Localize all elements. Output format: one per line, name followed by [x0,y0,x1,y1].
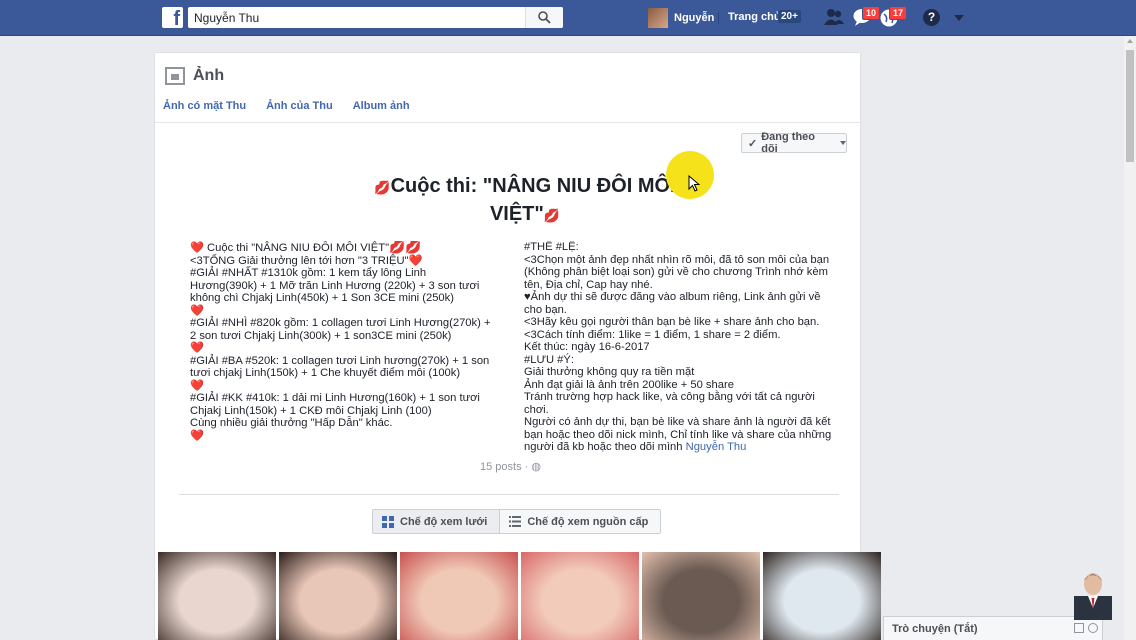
description-line: #GIẢI #BA #520k: 1 collagen tươi Linh hư… [190,354,493,380]
globe-privacy-icon: ◍ [531,461,541,473]
photos-icon [165,67,185,85]
help-icon[interactable]: ? [923,9,940,26]
feed-view-label: Chế độ xem nguồn cấp [527,515,649,528]
heart-icon: ❤️ [190,342,204,354]
description-line: #THỂ #LỆ: [524,241,579,253]
description-line: Tránh trường hợp hack like, và công bằng… [524,391,818,416]
album-title-line2: VIỆT" [489,203,544,225]
lips-emoji-icon: 💋💋 [389,241,422,254]
album-description-left: ❤️ Cuộc thi "NÂNG NIU ĐÔI MÔI VIỆT"💋💋 <3… [190,241,495,455]
description-line: Ảnh đạt giải là ảnh trên 200like + 50 sh… [524,378,734,391]
description-line: ❤️ Cuộc thi "NÂNG NIU ĐÔI MÔI VIỆT"💋💋 [190,241,422,254]
facebook-logo-icon[interactable]: f [162,7,183,28]
divider [179,494,839,495]
section-title: Ảnh [193,67,225,84]
photo-thumbnail[interactable] [763,552,881,640]
lips-emoji-icon: 💋 [543,208,561,223]
heart-icon: ❤️ [408,254,423,267]
description-line: #GIẢI #KK #410k: 1 dải mi Linh Hương(160… [190,392,484,417]
home-link[interactable]: Trang chủ [728,11,781,23]
profile-name: Nguyễn [674,12,715,24]
messages-badge: 10 [862,6,881,20]
avatar [648,8,668,28]
page-scrollbar[interactable] [1124,36,1136,640]
photo-thumbnail[interactable] [158,552,276,640]
search-box [188,7,563,28]
grid-view-label: Chế độ xem lưới [400,515,488,528]
profile-link[interactable]: Nguyễn [648,8,714,28]
posts-count: 15 posts · ◍ [480,461,541,473]
photo-thumbnail[interactable] [279,552,397,640]
feed-view-button[interactable]: Chế độ xem nguồn cấp [499,510,661,533]
album-title: 💋Cuộc thi: "NÂNG NIU ĐÔI MÔI VIỆT"💋 [355,173,695,229]
album-title-line1: Cuộc thi: "NÂNG NIU ĐÔI MÔI [390,175,676,197]
description-line: <3Hãy kêu gọi người thân bạn bè like + s… [524,316,820,328]
description-line: #LƯU #Ý: [524,353,574,366]
mouse-cursor-icon [688,175,700,192]
search-input[interactable] [188,7,524,28]
heart-icon: ❤️ [190,429,204,442]
messages-button[interactable]: 10 [852,6,881,28]
album-description-right: #THỂ #LỆ: <3Chọn một ảnh đẹp nhất nhìn r… [524,241,834,457]
checkmark-icon: ✓ [748,137,758,150]
search-button[interactable] [525,7,563,28]
notifications-badge: 17 [889,6,908,20]
profile-mention-link[interactable]: Nguyễn Thu [686,441,747,453]
grid-icon [382,515,394,528]
heart-icon: ❤️ [190,304,204,317]
grid-view-button[interactable]: Chế độ xem lưới [373,510,500,533]
description-line: Kết thúc: ngày 16-6-2017 [524,341,650,353]
photo-grid [158,552,881,640]
photos-panel: Ảnh Ảnh có mặt Thu Ảnh của Thu Album ảnh… [154,52,881,640]
tab-albums[interactable]: Album ảnh [353,100,410,112]
scroll-up-arrow-icon[interactable] [1127,39,1133,43]
description-line: Cùng nhiều giải thưởng "Hấp Dẫn" khác. [190,417,393,429]
search-icon [538,11,551,24]
nav-divider [718,12,719,24]
compose-icon[interactable] [1074,623,1084,633]
list-icon [509,516,522,527]
following-button[interactable]: ✓ Đang theo dõi [741,131,847,155]
friend-requests-button[interactable] [823,8,845,28]
home-count-badge: 20+ [778,10,801,23]
photos-subtabs: Ảnh có mặt Thu Ảnh của Thu Album ảnh [163,100,410,112]
description-line: Người có ảnh dự thi, bạn bè like và shar… [524,416,832,453]
presenter-overlay-image [1074,573,1112,620]
view-mode-toggle: Chế độ xem lưới Chế độ xem nguồn cấp [372,509,662,534]
description-line: #GIẢI #NHẤT #1310k gồm: 1 kem tẩy lông L… [190,267,483,304]
photos-section-header: Ảnh Ảnh có mặt Thu Ảnh của Thu Album ảnh [155,53,860,123]
scrollbar-thumb[interactable] [1126,50,1134,162]
description-line: <3Cách tính điểm: 1like = 1 điểm, 1 shar… [524,328,781,341]
photo-thumbnail[interactable] [642,552,760,640]
tab-thus-photos[interactable]: Ảnh của Thu [266,100,333,112]
heart-icon: ❤️ [190,242,208,254]
tab-photos-of-thu[interactable]: Ảnh có mặt Thu [163,100,246,112]
lips-emoji-icon: 💋 [374,180,391,195]
friends-icon [824,9,844,25]
notifications-button[interactable]: 17 [879,6,908,28]
chat-label: Trò chuyện (Tắt) [892,623,978,635]
description-line: <3Chọn một ảnh đẹp nhất nhìn rõ môi, đã … [524,253,833,291]
account-menu-caret-icon[interactable] [954,15,964,21]
heart-icon: ❤️ [190,379,204,392]
gear-icon[interactable] [1088,623,1098,633]
description-line: ♥Ảnh dự thi sẽ được đăng vào album riêng… [524,291,824,316]
description-line: Giải thưởng không quy ra tiền mặt [524,366,695,378]
top-navigation-bar: f Nguyễn Trang chủ 20+ 10 [0,0,1136,36]
description-line: #GIẢI #NHÌ #820k gồm: 1 collagen tươi Li… [190,317,494,342]
following-label: Đang theo dõi [761,131,815,155]
description-line: <3TỔNG Giải thưởng lên tới hơn "3 TRIỆU"… [190,254,423,267]
photo-thumbnail[interactable] [400,552,518,640]
chevron-down-icon [840,141,846,145]
photo-thumbnail[interactable] [521,552,639,640]
